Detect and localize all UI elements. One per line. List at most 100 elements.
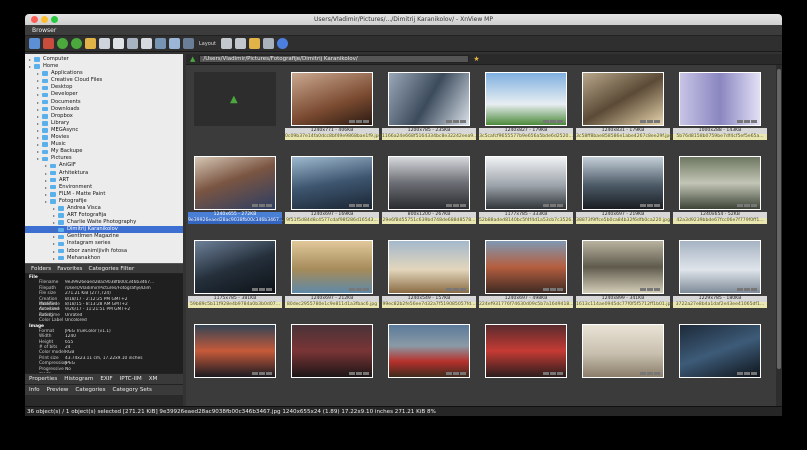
expand-arrow-icon[interactable]: ▸ — [53, 240, 57, 247]
tree-item[interactable]: ▸ Instagram series — [25, 240, 183, 247]
tree-item[interactable]: ▸ Izbor zanimljivih fotosa — [25, 248, 183, 255]
zoom-window-icon[interactable] — [51, 16, 58, 23]
expand-arrow-icon[interactable]: ▸ — [37, 77, 41, 84]
thumbnail-item[interactable]: 1175x785 - 381KB 59b89c5b11f928e4b9784a0b… — [188, 236, 282, 309]
expand-arrow-icon[interactable]: ▸ — [53, 212, 57, 219]
expand-arrow-icon[interactable]: ▸ — [37, 127, 41, 134]
expand-arrow-icon[interactable]: ▸ — [53, 226, 57, 233]
tab-categories-filter[interactable]: Categories Filter — [88, 266, 134, 272]
thumbnail-image[interactable] — [679, 240, 761, 294]
thumbnail-image[interactable] — [679, 72, 761, 126]
thumbnail-image[interactable] — [194, 324, 276, 378]
thumbnail-item[interactable]: 1240x697 - 169KB 9f51f5d84d8c4577cdaf98f2… — [285, 152, 379, 225]
tree-item[interactable]: ▸ Developer — [25, 91, 183, 98]
filter-icon[interactable] — [249, 38, 260, 49]
thumbnail-image[interactable] — [291, 240, 373, 294]
tree-item[interactable]: ▸ Mehanakhon — [25, 255, 183, 262]
go-up-icon[interactable]: ▲ — [190, 55, 195, 63]
tab-info[interactable]: Info — [29, 387, 40, 393]
tree-item[interactable]: ▸ Computer — [25, 56, 183, 63]
tree-item[interactable]: ▸ Environment — [25, 184, 183, 191]
expand-arrow-icon[interactable]: ▸ — [45, 162, 49, 169]
scroll-thumb[interactable] — [777, 69, 781, 369]
tree-item[interactable]: ▸ AniGIF — [25, 162, 183, 169]
thumbnail-image[interactable] — [194, 156, 276, 210]
help-icon[interactable] — [277, 38, 288, 49]
tree-item[interactable]: ▸ Applications — [25, 70, 183, 77]
slideshow-icon[interactable] — [155, 38, 166, 49]
tree-item[interactable]: ▸ My Backupe — [25, 148, 183, 155]
expand-arrow-icon[interactable]: ▸ — [53, 205, 57, 212]
expand-arrow-icon[interactable]: ▸ — [37, 91, 41, 98]
folder-icon[interactable] — [85, 38, 96, 49]
thumbnail-item[interactable]: 1200x785 - 235KB 1166a24e668f5164334bc8e3… — [382, 68, 478, 141]
thumbnail-item[interactable]: 1000x288 - 143KB 5b76d8158b0759be7df4cf5e… — [673, 68, 767, 141]
thumbnail-image[interactable] — [388, 156, 470, 210]
thumbnail-image[interactable] — [485, 156, 567, 210]
thumbnail-image[interactable] — [582, 324, 664, 378]
folder-tree[interactable]: ▸ Computer ▸ Home ▸ Applications ▸ Creative Clo… — [25, 54, 183, 263]
thumbnail-item[interactable] — [479, 320, 573, 393]
tree-item[interactable]: ▸ Andrea Visca — [25, 205, 183, 212]
expand-arrow-icon[interactable]: ▸ — [37, 99, 41, 106]
expand-arrow-icon[interactable]: ▸ — [45, 191, 49, 198]
expand-arrow-icon[interactable]: ▸ — [37, 84, 41, 91]
settings-icon[interactable] — [263, 38, 274, 49]
thumbnail-item[interactable]: 1240x549 - 157KB 99ec82b2fe56ee7d32a7f519… — [382, 236, 476, 309]
thumbnail-image[interactable] — [582, 72, 664, 126]
fullscreen-icon[interactable] — [43, 38, 54, 49]
thumbnail-image[interactable] — [388, 324, 470, 378]
thumbnail-image[interactable] — [582, 240, 664, 294]
batch-icon[interactable] — [169, 38, 180, 49]
tab-preview[interactable]: Preview — [47, 387, 69, 393]
tree-item[interactable]: ▸ Fotografije — [25, 198, 183, 205]
tree-item[interactable]: ▸ Music — [25, 141, 183, 148]
thumbnail-item[interactable]: 1240x827 - 179KB 3c5cafcf9655577b9e656a5b… — [479, 68, 573, 141]
tree-item[interactable]: ▸ Dropbox — [25, 113, 183, 120]
expand-arrow-icon[interactable]: ▸ — [37, 134, 41, 141]
expand-arrow-icon[interactable]: ▸ — [53, 233, 57, 240]
thumbnail-image[interactable] — [582, 156, 664, 210]
sync-icon[interactable] — [71, 38, 82, 49]
tree-item[interactable]: ▸ Movies — [25, 134, 183, 141]
expand-arrow-icon[interactable]: ▸ — [37, 155, 41, 162]
thumbnail-item[interactable]: 1240x697 - 219KB 38873f9ffce5b0ca84b32f6d… — [576, 152, 670, 225]
tab-folders[interactable]: Folders — [31, 266, 51, 272]
compare-icon[interactable] — [127, 38, 138, 49]
tree-item[interactable]: ▸ Gentlmen Magazine — [25, 233, 183, 240]
view-mode-icon[interactable] — [221, 38, 232, 49]
scrollbar[interactable] — [776, 65, 782, 406]
expand-arrow-icon[interactable]: ▸ — [37, 113, 41, 120]
expand-arrow-icon[interactable]: ▸ — [37, 148, 41, 155]
copy-icon[interactable] — [99, 38, 110, 49]
thumbnail-image[interactable] — [679, 156, 761, 210]
thumbnail-image[interactable] — [194, 240, 276, 294]
expand-arrow-icon[interactable]: ▸ — [45, 184, 49, 191]
thumbnail-item[interactable]: 1240x899 - 341KB 1613c114ae0945dc77f0f5f5… — [576, 236, 673, 309]
favorite-star-icon[interactable]: ★ — [473, 55, 479, 63]
expand-arrow-icon[interactable]: ▸ — [29, 63, 33, 70]
tree-item[interactable]: ▸ ART Fotografija — [25, 212, 183, 219]
tree-item[interactable]: ▸ Pictures — [25, 155, 183, 162]
thumbnail-image[interactable] — [485, 240, 567, 294]
thumbnail-item[interactable]: 1240x697 - 498KB 224ef931776f74630d09c5b7… — [479, 236, 574, 309]
expand-arrow-icon[interactable]: ▸ — [29, 56, 33, 63]
tab-iptc[interactable]: IPTC-IIM — [120, 376, 142, 382]
tree-item[interactable]: ▸ Charlie Waite Photography — [25, 219, 183, 226]
tab-exif[interactable]: EXIF — [100, 376, 112, 382]
tree-item[interactable]: ▸ Dimitrij Karanikolov — [25, 226, 183, 234]
expand-arrow-icon[interactable]: ▸ — [37, 141, 41, 148]
thumbnail-image[interactable] — [291, 72, 373, 126]
sort-icon[interactable] — [235, 38, 246, 49]
tab-favorites[interactable]: Favorites — [57, 266, 82, 272]
thumbnail-item[interactable]: 1240x654 - 52KB 42a3d9239bbde67fcc06e7f77… — [673, 152, 767, 225]
tree-item[interactable]: ▸ MEGAsync — [25, 127, 183, 134]
tree-item[interactable]: ▸ Documents — [25, 99, 183, 106]
tree-item[interactable]: ▸ Library — [25, 120, 183, 127]
tree-item[interactable]: ▸ Downloads — [25, 106, 183, 113]
tab-browser[interactable]: Browser — [29, 27, 59, 34]
thumbnail-image[interactable] — [388, 72, 470, 126]
path-input[interactable] — [199, 55, 470, 63]
thumbnail-item[interactable]: 800x1200 - 267KB 29e6f8d55751c639bd748de6… — [382, 152, 476, 225]
close-window-icon[interactable] — [31, 16, 38, 23]
